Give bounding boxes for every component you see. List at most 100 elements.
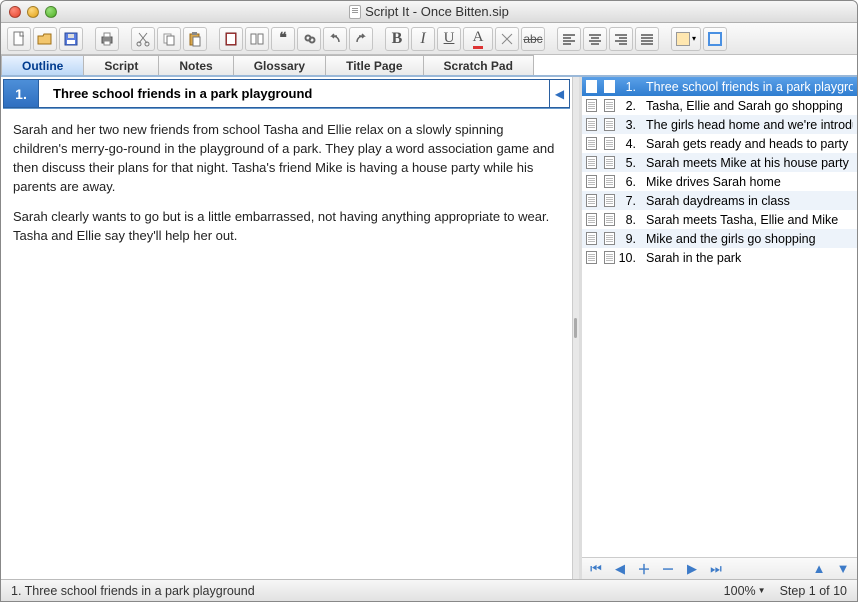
italic-button[interactable]: I bbox=[411, 27, 435, 51]
page-icon bbox=[602, 251, 616, 265]
window-title-text: Script It - Once Bitten.sip bbox=[365, 4, 509, 19]
page-icon bbox=[584, 80, 598, 94]
scene-row[interactable]: 1.Three school friends in a park playgro… bbox=[582, 77, 857, 96]
card-body-editor[interactable]: Sarah and her two new friends from schoo… bbox=[1, 111, 572, 579]
remove-button[interactable]: － bbox=[660, 561, 676, 577]
card-header: 1. Three school friends in a park playgr… bbox=[3, 79, 570, 109]
titlebar: Script It - Once Bitten.sip bbox=[1, 1, 857, 23]
strikethrough-button[interactable]: abc bbox=[521, 27, 545, 51]
close-window-button[interactable] bbox=[9, 6, 21, 18]
scene-number: 5. bbox=[618, 156, 646, 170]
open-button[interactable] bbox=[33, 27, 57, 51]
tab-scratch-pad[interactable]: Scratch Pad bbox=[423, 55, 534, 75]
page-icon bbox=[584, 213, 598, 227]
scene-number: 4. bbox=[618, 137, 646, 151]
scene-row[interactable]: 2.Tasha, Ellie and Sarah go shopping bbox=[582, 96, 857, 115]
left-pane: 1. Three school friends in a park playgr… bbox=[1, 77, 573, 579]
minimize-window-button[interactable] bbox=[27, 6, 39, 18]
scene-row[interactable]: 8.Sarah meets Tasha, Ellie and Mike bbox=[582, 210, 857, 229]
tab-script[interactable]: Script bbox=[83, 55, 159, 75]
panel-toggle-button[interactable] bbox=[703, 27, 727, 51]
cut-button[interactable] bbox=[131, 27, 155, 51]
right-pane: 1.Three school friends in a park playgro… bbox=[579, 77, 857, 579]
scene-title: Tasha, Ellie and Sarah go shopping bbox=[646, 99, 853, 113]
last-button[interactable]: ⏭ bbox=[708, 561, 724, 577]
redo-button[interactable] bbox=[349, 27, 373, 51]
scene-row[interactable]: 5.Sarah meets Mike at his house party bbox=[582, 153, 857, 172]
page-icon bbox=[584, 99, 598, 113]
page-icon bbox=[584, 118, 598, 132]
align-left-button[interactable] bbox=[557, 27, 581, 51]
page-icon bbox=[584, 232, 598, 246]
scene-title: Sarah daydreams in class bbox=[646, 194, 853, 208]
page-icon bbox=[602, 137, 616, 151]
splitter-handle[interactable] bbox=[573, 77, 579, 579]
align-justify-button[interactable] bbox=[635, 27, 659, 51]
bold-button[interactable]: B bbox=[385, 27, 409, 51]
tab-glossary[interactable]: Glossary bbox=[233, 55, 326, 75]
document-icon bbox=[349, 5, 361, 19]
scene-row[interactable]: 10.Sarah in the park bbox=[582, 248, 857, 267]
next-button[interactable]: ▶ bbox=[684, 561, 700, 577]
book-button[interactable] bbox=[245, 27, 269, 51]
page-icon bbox=[584, 156, 598, 170]
toolbar: ❝ B I U A abc ▾ bbox=[1, 23, 857, 55]
paste-button[interactable] bbox=[183, 27, 207, 51]
align-center-button[interactable] bbox=[583, 27, 607, 51]
quote-button[interactable]: ❝ bbox=[271, 27, 295, 51]
scene-row[interactable]: 3.The girls head home and we're introduc… bbox=[582, 115, 857, 134]
prev-button[interactable]: ◀ bbox=[612, 561, 628, 577]
text-color-button[interactable]: A bbox=[463, 27, 493, 51]
page-icon bbox=[584, 175, 598, 189]
card-paragraph: Sarah clearly wants to go but is a littl… bbox=[13, 208, 560, 246]
page-icon bbox=[602, 213, 616, 227]
page-icon bbox=[602, 156, 616, 170]
tab-notes[interactable]: Notes bbox=[158, 55, 233, 75]
scene-title: The girls head home and we're introduced bbox=[646, 118, 853, 132]
scene-title: Sarah gets ready and heads to party bbox=[646, 137, 853, 151]
scene-list: 1.Three school friends in a park playgro… bbox=[582, 77, 857, 557]
scene-row[interactable]: 7.Sarah daydreams in class bbox=[582, 191, 857, 210]
scene-row[interactable]: 9.Mike and the girls go shopping bbox=[582, 229, 857, 248]
scene-number: 1. bbox=[618, 80, 646, 94]
save-button[interactable] bbox=[59, 27, 83, 51]
window-controls bbox=[9, 6, 57, 18]
step-text: Step 1 of 10 bbox=[780, 584, 847, 598]
print-button[interactable] bbox=[95, 27, 119, 51]
undo-button[interactable] bbox=[323, 27, 347, 51]
move-down-button[interactable]: ▼ bbox=[835, 561, 851, 577]
add-button[interactable]: ＋ bbox=[636, 561, 652, 577]
scene-row[interactable]: 6.Mike drives Sarah home bbox=[582, 172, 857, 191]
scene-number: 3. bbox=[618, 118, 646, 132]
clear-format-button[interactable] bbox=[495, 27, 519, 51]
copy-button[interactable] bbox=[157, 27, 181, 51]
find-button[interactable] bbox=[297, 27, 321, 51]
card-title-input[interactable]: Three school friends in a park playgroun… bbox=[39, 79, 550, 108]
tab-bar: OutlineScriptNotesGlossaryTitle PageScra… bbox=[1, 55, 857, 77]
align-right-button[interactable] bbox=[609, 27, 633, 51]
scene-row[interactable]: 4.Sarah gets ready and heads to party bbox=[582, 134, 857, 153]
scene-number: 10. bbox=[618, 251, 646, 265]
scene-title: Sarah meets Tasha, Ellie and Mike bbox=[646, 213, 853, 227]
page-icon bbox=[584, 194, 598, 208]
zoom-control[interactable]: 100%▼ bbox=[724, 584, 766, 598]
scene-number: 7. bbox=[618, 194, 646, 208]
scene-nav-bar: ⏮ ◀ ＋ － ▶ ⏭ ▲ ▼ bbox=[582, 557, 857, 579]
scene-title: Three school friends in a park playgroun… bbox=[646, 80, 853, 94]
underline-button[interactable]: U bbox=[437, 27, 461, 51]
status-bar: 1. Three school friends in a park playgr… bbox=[1, 579, 857, 601]
scene-title: Mike drives Sarah home bbox=[646, 175, 853, 189]
card-arrow-button[interactable]: ◀ bbox=[550, 79, 570, 108]
page-icon bbox=[602, 232, 616, 246]
scene-title: Mike and the girls go shopping bbox=[646, 232, 853, 246]
move-up-button[interactable]: ▲ bbox=[811, 561, 827, 577]
dictionary-button[interactable] bbox=[219, 27, 243, 51]
zoom-window-button[interactable] bbox=[45, 6, 57, 18]
tab-title-page[interactable]: Title Page bbox=[325, 55, 423, 75]
page-icon bbox=[602, 175, 616, 189]
first-button[interactable]: ⏮ bbox=[588, 561, 604, 577]
scene-title: Sarah in the park bbox=[646, 251, 853, 265]
tab-outline[interactable]: Outline bbox=[1, 55, 84, 75]
highlight-color-button[interactable]: ▾ bbox=[671, 27, 701, 51]
new-button[interactable] bbox=[7, 27, 31, 51]
